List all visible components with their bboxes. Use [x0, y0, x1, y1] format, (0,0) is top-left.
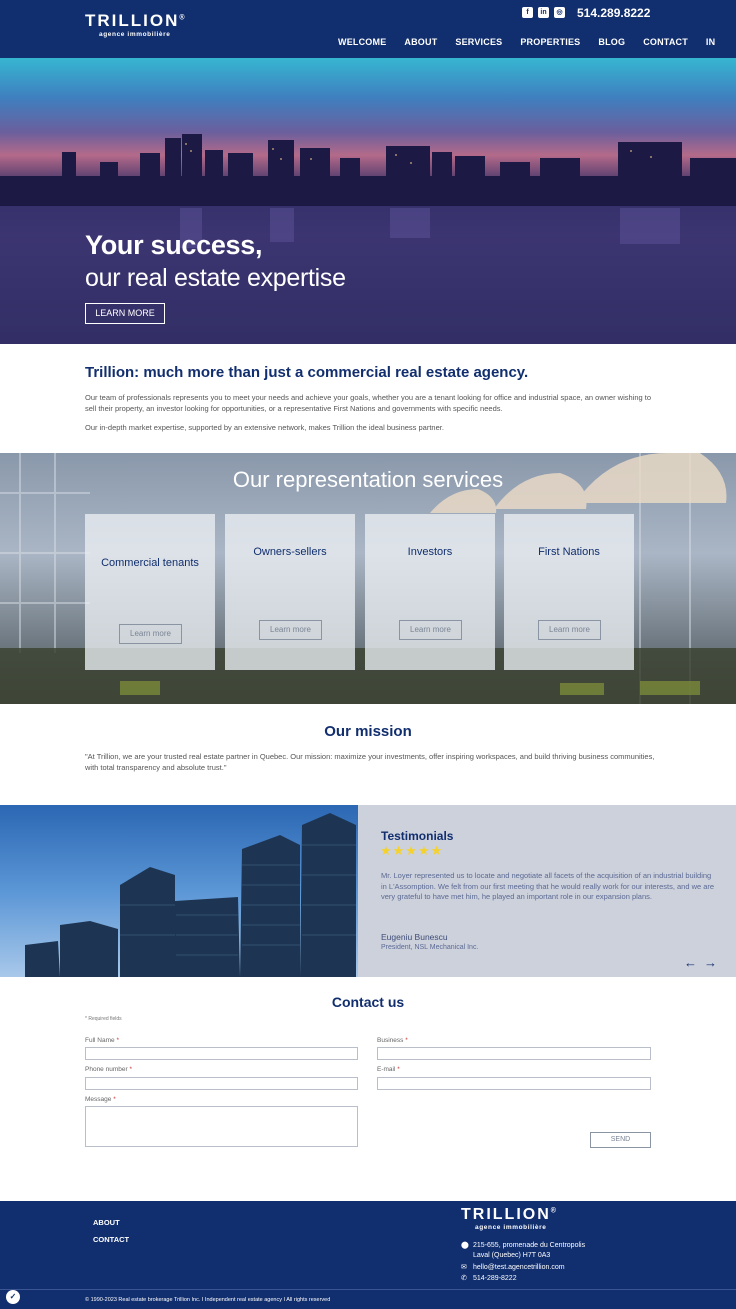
social-links: f in ◎ — [522, 7, 565, 18]
hero-title: Your success, — [85, 230, 263, 260]
service-card-first-nations[interactable]: First Nations Learn more — [504, 514, 634, 670]
city-skyline-image — [0, 134, 736, 344]
mission-text: "At Trillion, we are your trusted real e… — [85, 752, 655, 772]
testimonials-title: Testimonials — [381, 829, 454, 843]
service-card-owners-sellers[interactable]: Owners-sellers Learn more — [225, 514, 355, 670]
envelope-icon: ✉ — [461, 1264, 467, 1271]
logo-tagline: agence immobilière — [99, 31, 171, 38]
learn-more-button[interactable]: LEARN MORE — [85, 303, 165, 324]
testimonial-author: Eugeniu Bunescu — [381, 932, 448, 942]
facebook-icon[interactable]: f — [522, 7, 533, 18]
card-title: Owners-sellers — [253, 546, 327, 558]
testimonial-text: Mr. Loyer represented us to locate and n… — [381, 871, 715, 901]
business-label: Business * — [377, 1037, 408, 1044]
site-header: TRILLION® agence immobilière f in ◎ 514.… — [0, 0, 736, 58]
nav-services[interactable]: SERVICES — [455, 37, 502, 47]
hero-banner: Your success, our real estate expertise … — [0, 58, 736, 344]
phone-input[interactable] — [85, 1077, 358, 1090]
phone-label: Phone number * — [85, 1066, 132, 1073]
contact-title: Contact us — [331, 994, 405, 1010]
nav-language[interactable]: IN — [706, 37, 715, 47]
about-title: Trillion: much more than just a commerci… — [85, 364, 529, 381]
learn-more-button[interactable]: Learn more — [259, 620, 322, 640]
registered-mark: ® — [550, 1207, 556, 1215]
logo[interactable]: TRILLION® agence immobilière — [85, 11, 185, 38]
nav-welcome[interactable]: WELCOME — [338, 37, 386, 47]
footer-link-contact[interactable]: CONTACT — [93, 1235, 129, 1244]
copyright: © 1990-2023 Real estate brokerage Trilli… — [85, 1297, 331, 1303]
arrow-right-icon[interactable]: → — [704, 955, 717, 970]
phone-icon: ✆ — [461, 1275, 467, 1282]
instagram-icon[interactable]: ◎ — [554, 7, 565, 18]
card-title: Investors — [407, 546, 453, 558]
nav-about[interactable]: ABOUT — [404, 37, 437, 47]
full-name-label: Full Name * — [85, 1037, 119, 1044]
location-pin-icon: ⬤ — [461, 1242, 469, 1249]
accessibility-icon[interactable]: ✓ — [6, 1290, 20, 1304]
required-note: * Required fields — [85, 1016, 122, 1022]
footer-email[interactable]: ✉ hello@test.agencetrillion.com — [461, 1263, 565, 1273]
logo-name: TRILLION — [85, 11, 180, 30]
footer-logo-name: TRILLION — [461, 1206, 551, 1223]
footer-logo-tagline: agence immobilière — [475, 1224, 547, 1231]
service-card-commercial-tenants[interactable]: Commercial tenants Learn more — [85, 514, 215, 670]
send-button[interactable]: SEND — [590, 1132, 651, 1148]
arrow-left-icon[interactable]: ← — [684, 955, 697, 970]
footer-address: ⬤ 215-655, promenade du Centropolis Laval… — [461, 1242, 586, 1259]
star-rating: ★★★★★ — [380, 843, 444, 858]
footer-divider — [0, 1289, 736, 1290]
card-title: Commercial tenants — [101, 557, 199, 569]
site-footer: ABOUT CONTACT TRILLION® agence immobiliè… — [0, 1201, 736, 1309]
email-label: E-mail * — [377, 1066, 400, 1073]
message-label: Message * — [85, 1096, 116, 1103]
services-title: Our representation services — [232, 467, 504, 492]
testimonial-role: President, NSL Mechanical Inc. — [381, 944, 479, 951]
buildings-image — [0, 805, 358, 977]
services-section: Our representation services Commercial t… — [0, 453, 736, 704]
learn-more-button[interactable]: Learn more — [399, 620, 462, 640]
nav-properties[interactable]: PROPERTIES — [520, 37, 580, 47]
about-paragraph-1: Our team of professionals represents you… — [85, 393, 652, 413]
full-name-input[interactable] — [85, 1047, 358, 1060]
registered-mark: ® — [179, 14, 185, 22]
email-input[interactable] — [377, 1077, 651, 1090]
nav-blog[interactable]: BLOG — [598, 37, 625, 47]
service-card-investors[interactable]: Investors Learn more — [365, 514, 495, 670]
main-nav: WELCOME ABOUT SERVICES PROPERTIES BLOG C… — [338, 37, 733, 47]
footer-phone[interactable]: ✆ 514-289-8222 — [461, 1274, 517, 1284]
hero-subtitle: our real estate expertise — [85, 264, 346, 292]
header-phone[interactable]: 514.289.8222 — [577, 6, 650, 20]
learn-more-button[interactable]: Learn more — [538, 620, 601, 640]
card-title: First Nations — [538, 546, 600, 558]
linkedin-icon[interactable]: in — [538, 7, 549, 18]
footer-link-about[interactable]: ABOUT — [93, 1218, 120, 1227]
message-textarea[interactable] — [85, 1106, 358, 1147]
learn-more-button[interactable]: Learn more — [119, 624, 182, 644]
business-input[interactable] — [377, 1047, 651, 1060]
mission-title: Our mission — [324, 723, 412, 740]
footer-logo[interactable]: TRILLION® agence immobilière — [461, 1206, 556, 1231]
nav-contact[interactable]: CONTACT — [643, 37, 688, 47]
about-paragraph-2: Our in-depth market expertise, supported… — [85, 423, 444, 432]
testimonials-panel: Testimonials ★★★★★ Mr. Loyer represented… — [358, 805, 736, 977]
